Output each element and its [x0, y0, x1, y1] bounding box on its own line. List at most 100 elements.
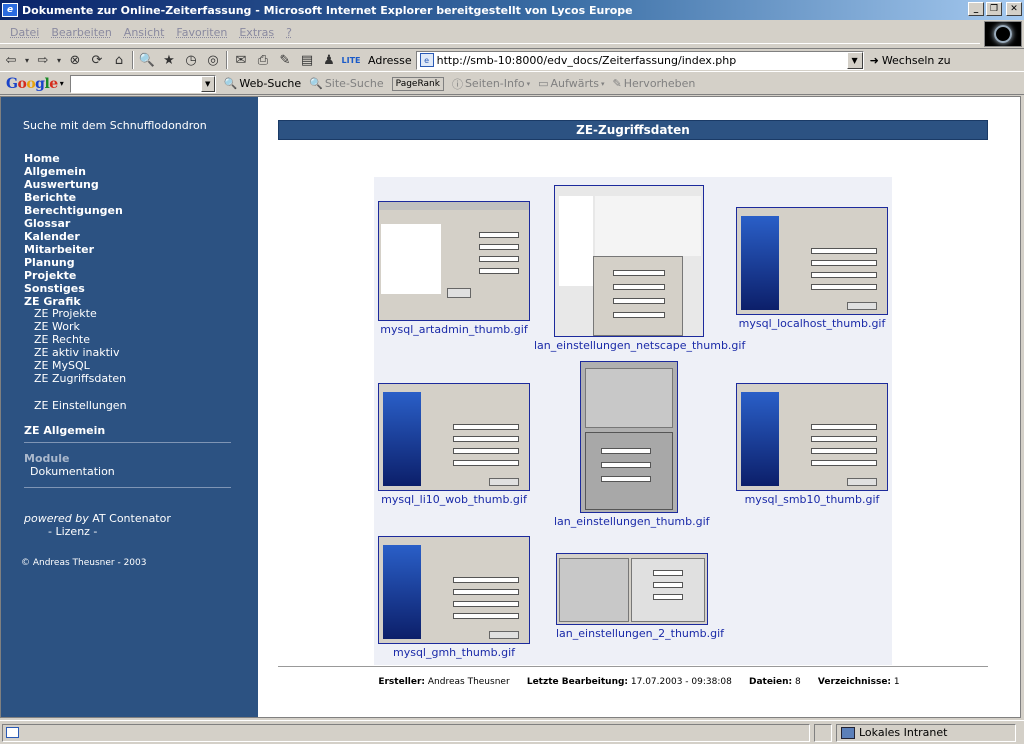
thumbnail-caption[interactable]: lan_einstellungen_netscape_thumb.gif — [534, 339, 745, 352]
web-search-button[interactable]: 🔍 Web-Suche — [224, 77, 301, 90]
thumbnail-caption[interactable]: mysql_gmh_thumb.gif — [378, 646, 530, 659]
sidebar-item-berichte[interactable]: Berichte — [24, 191, 123, 204]
sidebar-subitem-ze-aktiv-inaktiv[interactable]: ZE aktiv inaktiv — [34, 346, 126, 359]
menu-bearbeiten[interactable]: Bearbeiten — [51, 26, 111, 39]
sidebar-divider — [24, 487, 231, 488]
home-icon[interactable]: ⌂ — [108, 50, 130, 70]
files-label: Dateien: — [748, 677, 793, 687]
messenger-icon[interactable]: ♟ — [318, 50, 340, 70]
history-icon[interactable]: ◷ — [180, 50, 202, 70]
google-search-dropdown-icon[interactable]: ▼ — [200, 75, 215, 92]
address-bar[interactable]: e http://smb-10:8000/edv_docs/Zeiterfass… — [415, 50, 864, 70]
google-search-input[interactable]: ▼ — [69, 74, 216, 93]
pagerank-indicator[interactable]: PageRank — [391, 76, 444, 91]
stop-icon[interactable]: ⊗ — [64, 50, 86, 70]
thumbnail-caption[interactable]: mysql_artadmin_thumb.gif — [378, 323, 530, 336]
thumbnail-image[interactable] — [378, 536, 530, 644]
sidebar-search-link[interactable]: Suche mit dem Schnufflodondron — [23, 119, 207, 132]
thumbnail-image[interactable] — [554, 185, 704, 337]
sidebar-item-sonstiges[interactable]: Sonstiges — [24, 282, 123, 295]
sidebar-subitem-ze-mysql[interactable]: ZE MySQL — [34, 359, 126, 372]
go-button[interactable]: ➜ Wechseln zu — [870, 54, 951, 67]
menu-help[interactable]: ? — [286, 26, 292, 39]
sidebar-divider — [24, 442, 231, 443]
search-icon[interactable]: 🔍 — [136, 50, 158, 70]
main-area: ZE-Zugriffsdaten mysql_artadmin_thumb.gi… — [258, 97, 1020, 717]
security-zone[interactable]: Lokales Intranet — [836, 723, 1016, 742]
back-dropdown-icon[interactable]: ▾ — [22, 50, 32, 70]
sidebar-subitem-ze-work[interactable]: ZE Work — [34, 320, 126, 333]
menu-ansicht[interactable]: Ansicht — [124, 26, 165, 39]
go-label: Wechseln zu — [881, 53, 951, 67]
menu-extras[interactable]: Extras — [239, 26, 274, 39]
address-url[interactable]: http://smb-10:8000/edv_docs/Zeiterfassun… — [437, 54, 737, 67]
sidebar-item-dokumentation[interactable]: Dokumentation — [30, 465, 115, 478]
sidebar-sub-nav: ZE Projekte ZE Work ZE Rechte ZE aktiv i… — [34, 307, 126, 385]
edit-icon[interactable]: ✎ — [274, 50, 296, 70]
sidebar-item-projekte[interactable]: Projekte — [24, 269, 123, 282]
sidebar-item-auswertung[interactable]: Auswertung — [24, 178, 123, 191]
forward-dropdown-icon[interactable]: ▾ — [54, 50, 64, 70]
sidebar-item-home[interactable]: Home — [24, 152, 123, 165]
sidebar-item-allgemein[interactable]: Allgemein — [24, 165, 123, 178]
last-edited-label: Letzte Bearbeitung: — [526, 677, 629, 687]
thumbnail-item[interactable]: mysql_li10_wob_thumb.gif — [378, 383, 530, 506]
google-logo[interactable]: Google — [6, 76, 58, 92]
page-content: Suche mit dem Schnufflodondron Home Allg… — [0, 96, 1021, 718]
forward-icon[interactable]: ⇨ — [32, 50, 54, 70]
sidebar-item-planung[interactable]: Planung — [24, 256, 123, 269]
close-button[interactable]: ✕ — [1006, 2, 1022, 16]
thumbnail-image[interactable] — [556, 553, 708, 625]
sidebar-item-berechtigungen[interactable]: Berechtigungen — [24, 204, 123, 217]
thumbnail-item[interactable]: lan_einstellungen_thumb.gif — [554, 361, 710, 528]
favorites-icon[interactable]: ★ — [158, 50, 180, 70]
print-icon[interactable]: ⎙ — [252, 50, 274, 70]
menu-favoriten[interactable]: Favoriten — [176, 26, 227, 39]
up-dropdown-icon: ▾ — [601, 79, 605, 88]
discuss-icon[interactable]: ▤ — [296, 50, 318, 70]
thumbnail-caption[interactable]: mysql_smb10_thumb.gif — [736, 493, 888, 506]
thumbnail-item[interactable]: mysql_smb10_thumb.gif — [736, 383, 888, 506]
sidebar-item-ze-allgemein[interactable]: ZE Allgemein — [24, 424, 105, 437]
minimize-button[interactable]: _ — [968, 2, 984, 16]
sidebar-subitem-ze-zugriffsdaten[interactable]: ZE Zugriffsdaten — [34, 372, 126, 385]
back-icon[interactable]: ⇦ — [0, 50, 22, 70]
thumbnail-image[interactable] — [378, 201, 530, 321]
thumbnail-item[interactable]: lan_einstellungen_netscape_thumb.gif — [534, 185, 745, 352]
thumbnail-item[interactable]: mysql_artadmin_thumb.gif — [378, 201, 530, 336]
maximize-button[interactable]: ❐ — [986, 2, 1002, 16]
thumbnail-image[interactable] — [580, 361, 678, 513]
powered-by-link[interactable]: AT Contenator — [92, 512, 171, 525]
page-info-label: Seiten-Info — [464, 77, 525, 90]
lite-icon[interactable]: LITE — [340, 50, 362, 70]
thumbnail-image[interactable] — [378, 383, 530, 491]
sidebar-item-kalender[interactable]: Kalender — [24, 230, 123, 243]
site-search-button[interactable]: 🔍 Site-Suche — [309, 77, 384, 90]
sidebar-subitem-ze-einstellungen[interactable]: ZE Einstellungen — [34, 399, 127, 412]
web-search-icon: 🔍 — [223, 77, 238, 90]
up-label: Aufwärts — [550, 77, 600, 90]
menu-datei[interactable]: Datei — [10, 26, 39, 39]
thumbnail-caption[interactable]: mysql_li10_wob_thumb.gif — [378, 493, 530, 506]
google-menu-dropdown-icon[interactable]: ▾ — [60, 79, 64, 88]
thumbnail-item[interactable]: mysql_localhost_thumb.gif — [736, 207, 888, 330]
license-link[interactable]: - Lizenz - — [48, 525, 97, 538]
thumbnail-caption[interactable]: lan_einstellungen_2_thumb.gif — [556, 627, 724, 640]
up-button[interactable]: ▭ Aufwärts ▾ — [538, 77, 604, 90]
sidebar-item-mitarbeiter[interactable]: Mitarbeiter — [24, 243, 123, 256]
address-dropdown-icon[interactable]: ▼ — [846, 51, 863, 69]
thumbnail-caption[interactable]: mysql_localhost_thumb.gif — [736, 317, 888, 330]
thumbnail-caption[interactable]: lan_einstellungen_thumb.gif — [554, 515, 710, 528]
thumbnail-image[interactable] — [736, 383, 888, 491]
sidebar-subitem-ze-projekte[interactable]: ZE Projekte — [34, 307, 126, 320]
thumbnail-image[interactable] — [736, 207, 888, 315]
mail-icon[interactable]: ✉ — [230, 50, 252, 70]
sidebar-item-glossar[interactable]: Glossar — [24, 217, 123, 230]
page-info-button[interactable]: ⓘ Seiten-Info ▾ — [452, 76, 530, 92]
thumbnail-item[interactable]: mysql_gmh_thumb.gif — [378, 536, 530, 659]
thumbnail-item[interactable]: lan_einstellungen_2_thumb.gif — [556, 553, 724, 640]
sidebar-subitem-ze-rechte[interactable]: ZE Rechte — [34, 333, 126, 346]
media-icon[interactable]: ◎ — [202, 50, 224, 70]
highlight-button[interactable]: ✎ Hervorheben — [613, 77, 696, 90]
refresh-icon[interactable]: ⟳ — [86, 50, 108, 70]
